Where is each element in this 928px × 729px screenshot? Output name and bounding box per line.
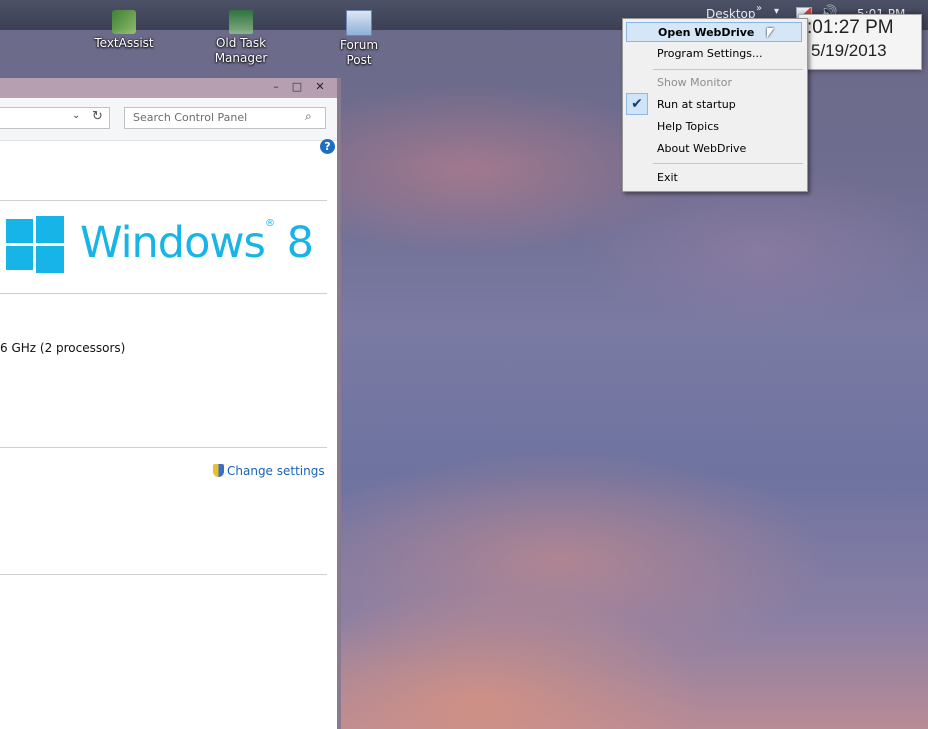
registered-mark: ®	[264, 218, 275, 229]
menu-item-label: Help Topics	[657, 120, 719, 133]
change-settings-label: Change settings	[227, 464, 325, 478]
desktop-icon-label: TextAssist	[94, 36, 154, 50]
menu-item-about-webdrive[interactable]: About WebDrive	[626, 139, 802, 159]
brand-name: Windows	[80, 218, 266, 268]
checkmark-icon: ✔	[626, 93, 648, 115]
task-manager-icon	[229, 10, 253, 34]
menu-item-show-monitor: Show Monitor	[626, 73, 802, 93]
processor-info: 6 GHz (2 processors)	[0, 341, 126, 355]
menu-item-label: Run at startup	[657, 98, 736, 111]
minimize-button[interactable]: –	[268, 80, 284, 96]
desktop-icon-label: Forum Post	[339, 38, 379, 67]
refresh-icon[interactable]: ↻	[92, 109, 103, 124]
gadget-date: 5/19/2013	[811, 41, 887, 60]
divider	[0, 447, 327, 448]
menu-item-open-webdrive[interactable]: Open WebDrive	[626, 22, 802, 42]
menu-item-exit[interactable]: Exit	[626, 168, 802, 188]
desktop-icon-forum-post[interactable]: Forum Post	[314, 10, 404, 68]
change-settings-link[interactable]: Change settings	[213, 464, 325, 478]
windows-brand: Windows® 8	[80, 218, 314, 268]
tray-overflow-icon[interactable]: ▾	[774, 6, 779, 17]
clock-gadget[interactable]: :01:27 PM 5/19/2013	[798, 14, 922, 70]
desktop-icon-old-task-manager[interactable]: Old Task Manager	[196, 10, 286, 66]
brand-version: 8	[286, 218, 314, 268]
menu-item-program-settings[interactable]: Program Settings...	[626, 44, 802, 64]
document-icon	[346, 10, 372, 36]
desktop-icon-textassist[interactable]: TextAssist	[79, 10, 169, 51]
menu-item-label: About WebDrive	[657, 142, 747, 155]
divider	[0, 200, 327, 201]
gadget-time: :01:27 PM	[807, 17, 894, 38]
webdrive-context-menu: Open WebDrive Program Settings... Show M…	[622, 18, 808, 192]
windows-logo-icon	[6, 216, 64, 274]
window-content	[0, 98, 337, 729]
menu-separator	[653, 163, 803, 164]
menu-separator	[653, 69, 803, 70]
menu-item-help-topics[interactable]: Help Topics	[626, 117, 802, 137]
toolbar-chevron-icon[interactable]: »	[756, 3, 762, 14]
help-icon[interactable]: ?	[320, 139, 335, 154]
textassist-icon	[112, 10, 136, 34]
menu-item-label: Exit	[657, 171, 678, 184]
address-dropdown-icon[interactable]: ⌄	[72, 110, 80, 121]
divider	[0, 574, 327, 575]
mouse-cursor-icon	[767, 28, 774, 38]
maximize-button[interactable]: □	[289, 80, 305, 96]
close-button[interactable]: ✕	[306, 80, 334, 96]
divider	[0, 293, 327, 294]
menu-item-label: Show Monitor	[657, 76, 732, 89]
menu-item-label: Open WebDrive	[658, 26, 755, 39]
menu-item-run-at-startup[interactable]: ✔ Run at startup	[626, 93, 802, 115]
desktop-icon-label: Old Task Manager	[214, 36, 268, 65]
uac-shield-icon	[213, 464, 224, 477]
window-border[interactable]	[337, 78, 341, 729]
search-placeholder: Search Control Panel	[133, 111, 248, 124]
search-icon[interactable]: ⌕	[305, 109, 312, 124]
menu-item-label: Program Settings...	[657, 47, 763, 60]
